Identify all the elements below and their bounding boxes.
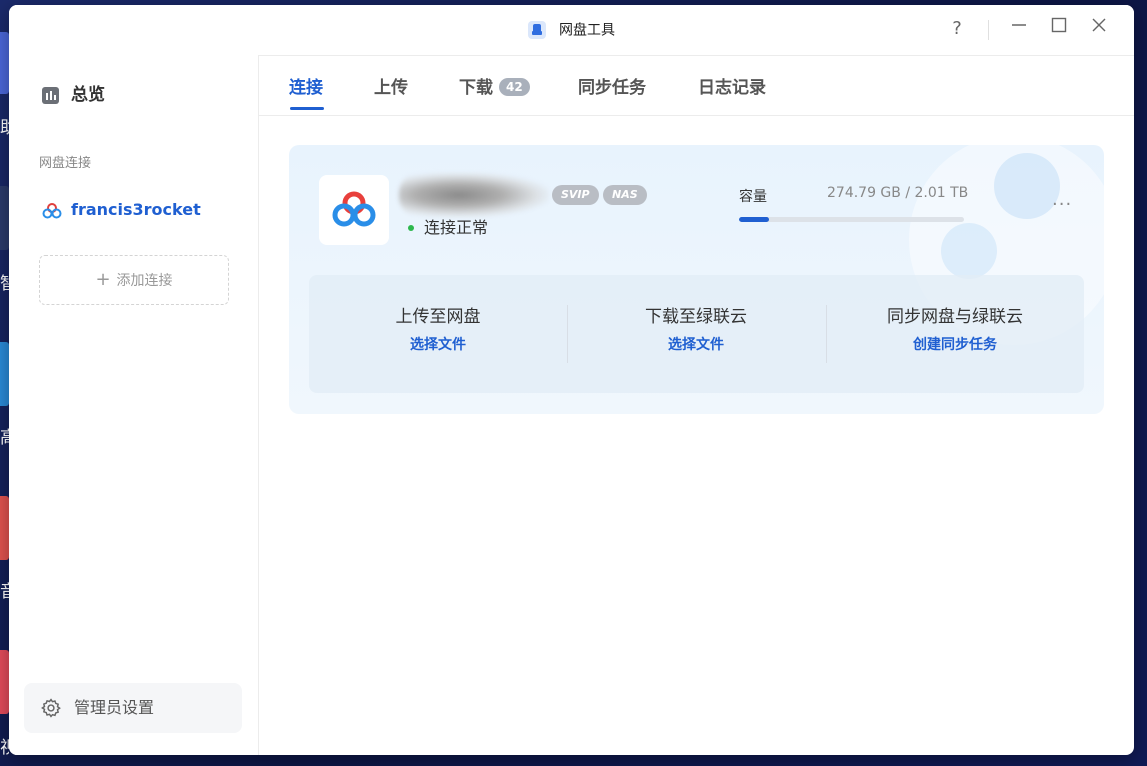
action-download: 下载至绿联云 选择文件 <box>567 303 825 355</box>
sidebar-item-label: 总览 <box>71 85 105 105</box>
status-label: 连接正常 <box>424 218 489 237</box>
redacted-account-name <box>399 173 549 217</box>
desktop-icon-fragment <box>0 496 9 560</box>
connection-card: SVIP NAS 连接正常 容量 274.79 GB / 2.01 TB ···… <box>289 145 1104 414</box>
sidebar: 总览 网盘连接 francis3rocket + 添加连接 管理员设置 <box>9 55 259 755</box>
title-bar: 网盘工具 ? <box>9 5 1134 56</box>
tab-connect[interactable]: 连接 <box>289 76 323 100</box>
app-window: 网盘工具 ? 总览 网盘连接 francis3rocket + 添加连接 管理员… <box>9 5 1134 755</box>
desktop-icon-fragment <box>0 650 9 714</box>
action-title: 上传至网盘 <box>395 307 481 327</box>
sidebar-section-label: 网盘连接 <box>39 156 92 171</box>
help-button[interactable]: ? <box>943 16 971 42</box>
cloud-drive-icon <box>527 20 546 39</box>
maximize-button[interactable] <box>1045 16 1073 42</box>
desktop-label-fragment: 音 <box>0 582 9 602</box>
admin-settings-label: 管理员设置 <box>74 698 155 717</box>
baidu-cloud-logo-icon <box>332 191 376 227</box>
main-content: 连接 上传 下载 42 同步任务 日志记录 SVIP NAS 连接正常 容量 2… <box>259 55 1134 755</box>
svip-badge: SVIP <box>552 185 599 205</box>
add-connection-label: 添加连接 <box>116 273 173 289</box>
tab-label: 下载 <box>459 78 493 98</box>
download-count-badge: 42 <box>499 78 530 96</box>
admin-settings-button[interactable]: 管理员设置 <box>24 683 242 733</box>
minimize-icon <box>1012 24 1026 26</box>
quick-actions-panel: 上传至网盘 选择文件 下载至绿联云 选择文件 同步网盘与绿联云 创建同步任务 <box>309 275 1084 393</box>
tab-upload[interactable]: 上传 <box>374 76 408 100</box>
capacity-value: 274.79 GB / 2.01 TB <box>827 185 969 201</box>
desktop-icon-fragment <box>0 186 9 250</box>
baidu-cloud-small-icon <box>42 203 62 219</box>
tab-sync-tasks[interactable]: 同步任务 <box>578 76 646 100</box>
action-title: 同步网盘与绿联云 <box>887 307 1023 327</box>
decorative-circle <box>994 153 1060 219</box>
tab-download[interactable]: 下载 42 <box>459 76 530 100</box>
desktop-label-fragment: 助 <box>0 118 9 138</box>
desktop-label-fragment: 高 <box>0 428 9 448</box>
overview-chart-icon <box>42 87 59 104</box>
action-sync: 同步网盘与绿联云 创建同步任务 <box>826 303 1084 355</box>
close-button[interactable] <box>1085 16 1113 42</box>
action-title: 下载至绿联云 <box>645 307 747 327</box>
decorative-circle <box>941 223 997 279</box>
upload-select-file-link[interactable]: 选择文件 <box>309 335 567 355</box>
titlebar-divider <box>988 20 989 40</box>
desktop-label-fragment: 智 <box>0 274 9 294</box>
window-title: 网盘工具 <box>559 22 616 39</box>
minimize-button[interactable] <box>1005 16 1033 42</box>
desktop-label-fragment: 视 <box>0 738 9 758</box>
active-tab-indicator <box>290 107 324 110</box>
sidebar-item-label: francis3rocket <box>71 200 201 219</box>
status-dot <box>408 225 414 231</box>
plus-icon: + <box>95 269 111 290</box>
desktop-icon-fragment <box>0 32 9 94</box>
action-upload: 上传至网盘 选择文件 <box>309 303 567 355</box>
gear-icon <box>41 698 61 718</box>
capacity-bar-fill <box>739 217 770 222</box>
baidu-cloud-logo <box>319 175 389 245</box>
capacity-bar <box>739 217 964 222</box>
create-sync-task-link[interactable]: 创建同步任务 <box>826 335 1084 355</box>
close-icon <box>1092 18 1106 32</box>
tab-bar: 连接 上传 下载 42 同步任务 日志记录 <box>259 55 1134 116</box>
tab-logs[interactable]: 日志记录 <box>698 76 766 100</box>
maximize-icon <box>1051 17 1067 33</box>
desktop-icon-fragment <box>0 342 9 406</box>
add-connection-button[interactable]: + 添加连接 <box>39 255 229 305</box>
capacity-label: 容量 <box>739 189 767 205</box>
download-select-file-link[interactable]: 选择文件 <box>567 335 825 355</box>
more-options-button[interactable]: ··· <box>1052 195 1072 215</box>
nas-badge: NAS <box>603 185 647 205</box>
